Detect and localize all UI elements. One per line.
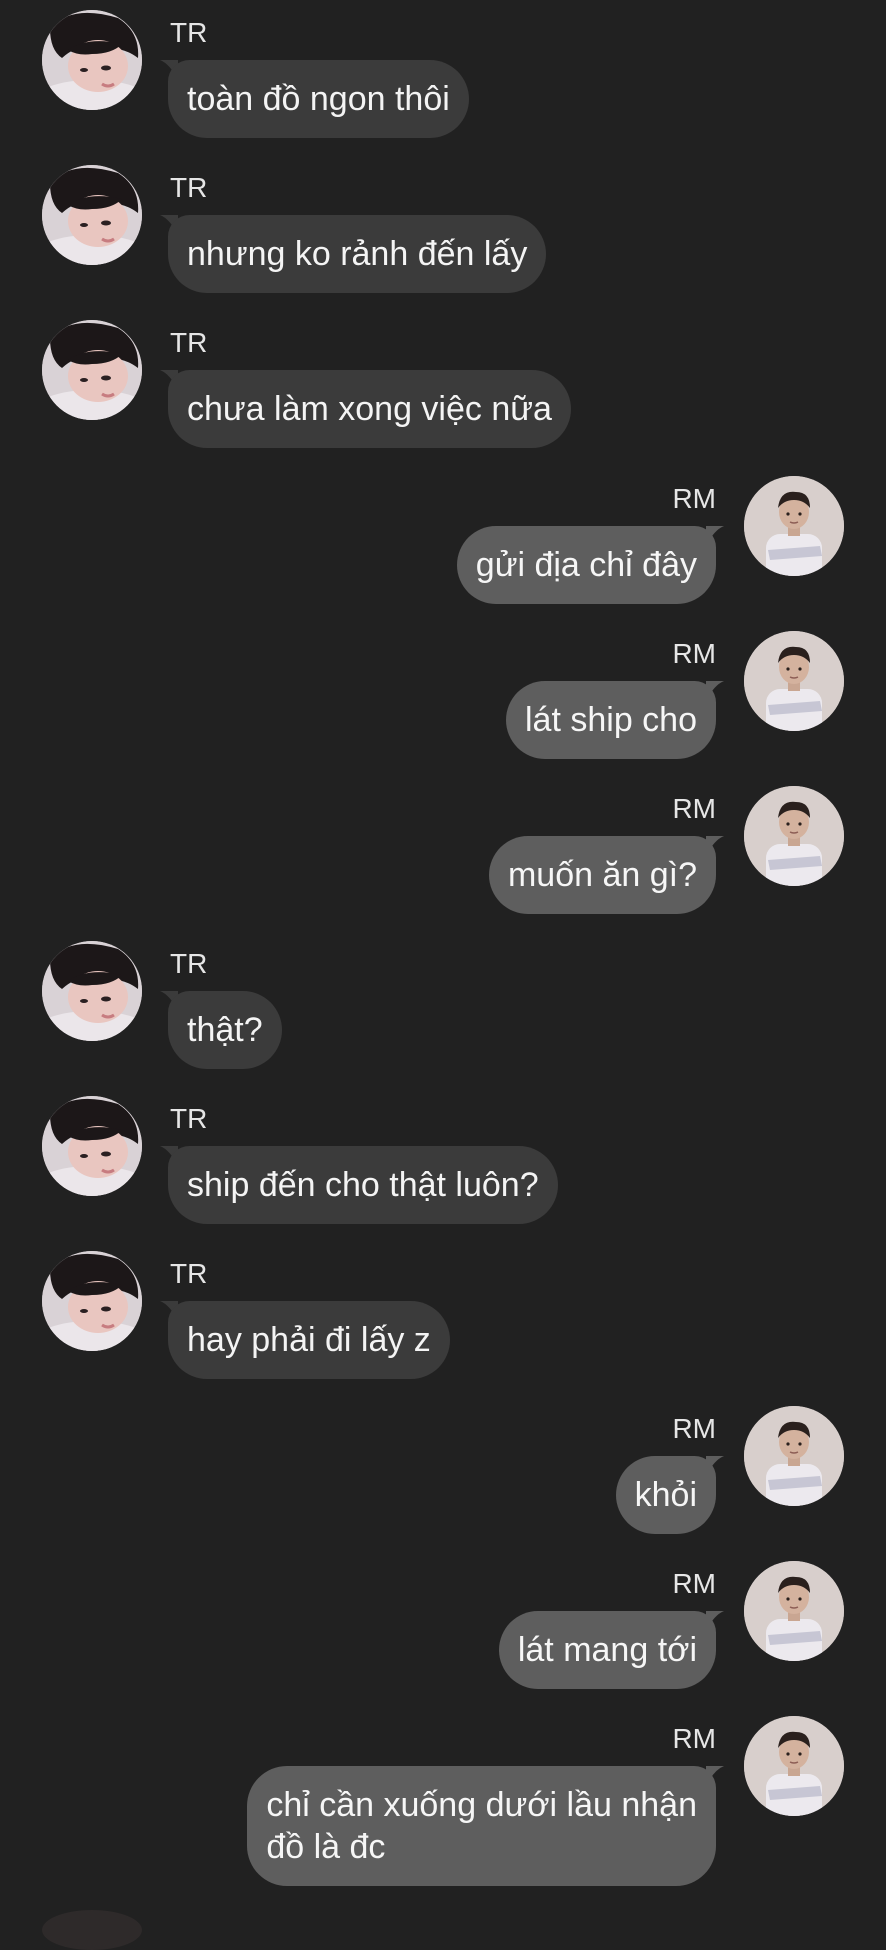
avatar-tr-icon[interactable] [42, 165, 142, 265]
message-bubble[interactable]: toàn đồ ngon thôi [168, 60, 469, 138]
message-bubble[interactable]: chưa làm xong việc nữa [168, 370, 571, 448]
avatar-rm-icon[interactable] [744, 476, 844, 576]
avatar-rm-icon[interactable] [744, 1716, 844, 1816]
message-bubble[interactable]: chỉ cần xuống dưới lầu nhận đồ là đc [247, 1766, 716, 1886]
message-bubble[interactable]: gửi địa chỉ đây [456, 526, 716, 604]
sender-name: TR [170, 327, 208, 358]
sender-name: TR [170, 1258, 208, 1289]
avatar-tr-icon[interactable] [42, 1096, 142, 1196]
message-bubble[interactable]: thật? [168, 991, 282, 1069]
message-bubble[interactable]: khỏi [615, 1456, 716, 1534]
avatar-rm-icon[interactable] [744, 1561, 844, 1661]
avatar-rm-icon[interactable] [744, 786, 844, 886]
sender-name: RM [672, 793, 716, 824]
message-bubble[interactable]: lát ship cho [506, 681, 716, 759]
message-bubble[interactable]: nhưng ko rảnh đến lấy [168, 215, 547, 293]
sender-name: RM [672, 1568, 716, 1599]
sender-name: RM [672, 483, 716, 514]
avatar-tr-icon[interactable] [42, 941, 142, 1041]
avatar-rm-icon[interactable] [744, 631, 844, 731]
sender-name: RM [672, 1723, 716, 1754]
sender-name: TR [170, 17, 208, 48]
sender-name: TR [170, 1103, 208, 1134]
sender-name: RM [672, 1413, 716, 1444]
sender-name: TR [170, 172, 208, 203]
message-bubble[interactable]: hay phải đi lấy z [168, 1301, 450, 1379]
avatar-tr-icon[interactable] [42, 320, 142, 420]
sender-name: TR [170, 948, 208, 979]
message-bubble[interactable]: muốn ăn gì? [488, 836, 716, 914]
message-bubble[interactable]: lát mang tới [498, 1611, 716, 1689]
avatar-tr-icon[interactable] [42, 10, 142, 110]
avatar-rm-icon[interactable] [744, 1406, 844, 1506]
next-avatar-partial [42, 1910, 142, 1950]
avatar-tr-icon[interactable] [42, 1251, 142, 1351]
message-bubble[interactable]: ship đến cho thật luôn? [168, 1146, 558, 1224]
chat-thread[interactable]: TR toàn đồ ngon thôi TR nhưng ko rảnh đến l… [0, 0, 886, 1920]
sender-name: RM [672, 638, 716, 669]
